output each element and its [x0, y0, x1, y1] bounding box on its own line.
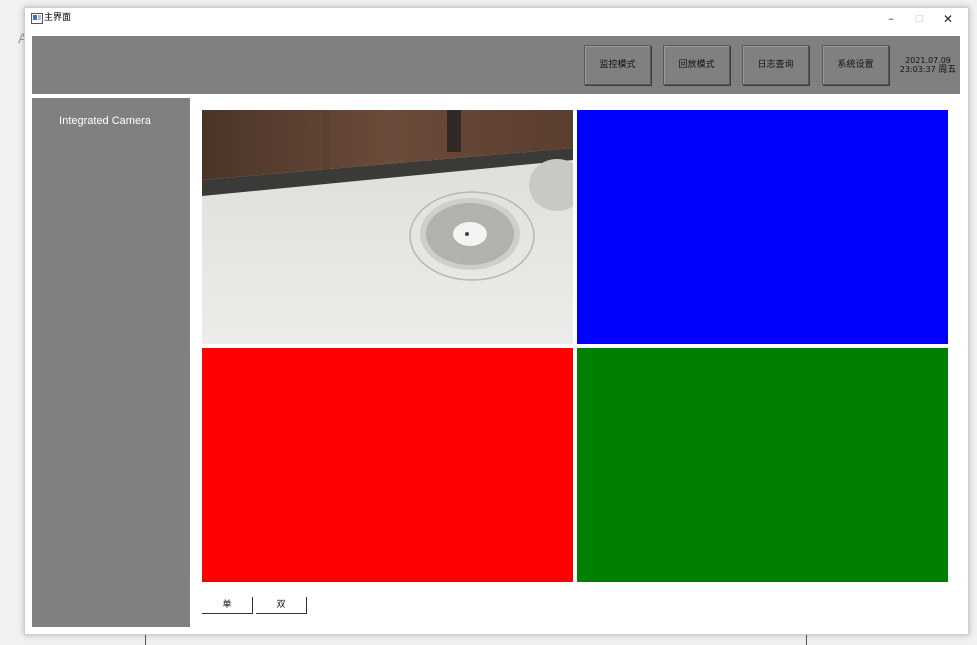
- monitor-mode-button[interactable]: 监控模式: [584, 45, 651, 85]
- time-text: 23:03:37: [899, 65, 936, 74]
- time-weekday: 23:03:37 周五: [899, 65, 957, 75]
- minimize-button[interactable]: –: [880, 11, 902, 27]
- video-cell-green[interactable]: [577, 348, 948, 582]
- video-cell-blue[interactable]: [577, 110, 948, 344]
- camera-feed-image: [202, 110, 573, 344]
- top-toolbar: 监控模式 回放模式 日志查询 系统设置 2021.07.09 23:03:37 …: [32, 36, 960, 94]
- single-view-button[interactable]: 单: [202, 597, 253, 614]
- weekday-text: 周五: [938, 65, 957, 75]
- maximize-button[interactable]: □: [908, 11, 930, 27]
- title-bar[interactable]: 主界面 – □ ✕: [25, 8, 968, 29]
- main-panel: 单 双: [194, 98, 960, 627]
- close-button[interactable]: ✕: [937, 11, 959, 27]
- camera-sidebar: Integrated Camera: [32, 98, 190, 627]
- video-grid: [202, 110, 949, 583]
- main-window: 主界面 – □ ✕ 监控模式 回放模式 日志查询 系统设置 2021.07.09…: [24, 7, 969, 635]
- log-query-button[interactable]: 日志查询: [742, 45, 809, 85]
- video-cell-red[interactable]: [202, 348, 573, 582]
- app-icon: [31, 13, 43, 24]
- double-view-button[interactable]: 双: [256, 597, 307, 614]
- window-title: 主界面: [44, 13, 72, 23]
- date-text: 2021.07.09: [905, 56, 951, 65]
- system-settings-button[interactable]: 系统设置: [822, 45, 889, 85]
- playback-mode-button[interactable]: 回放模式: [663, 45, 730, 85]
- datetime-display: 2021.07.09 23:03:37 周五: [899, 56, 957, 75]
- camera-list-item[interactable]: Integrated Camera: [32, 115, 178, 127]
- video-cell-camera-feed[interactable]: [202, 110, 573, 344]
